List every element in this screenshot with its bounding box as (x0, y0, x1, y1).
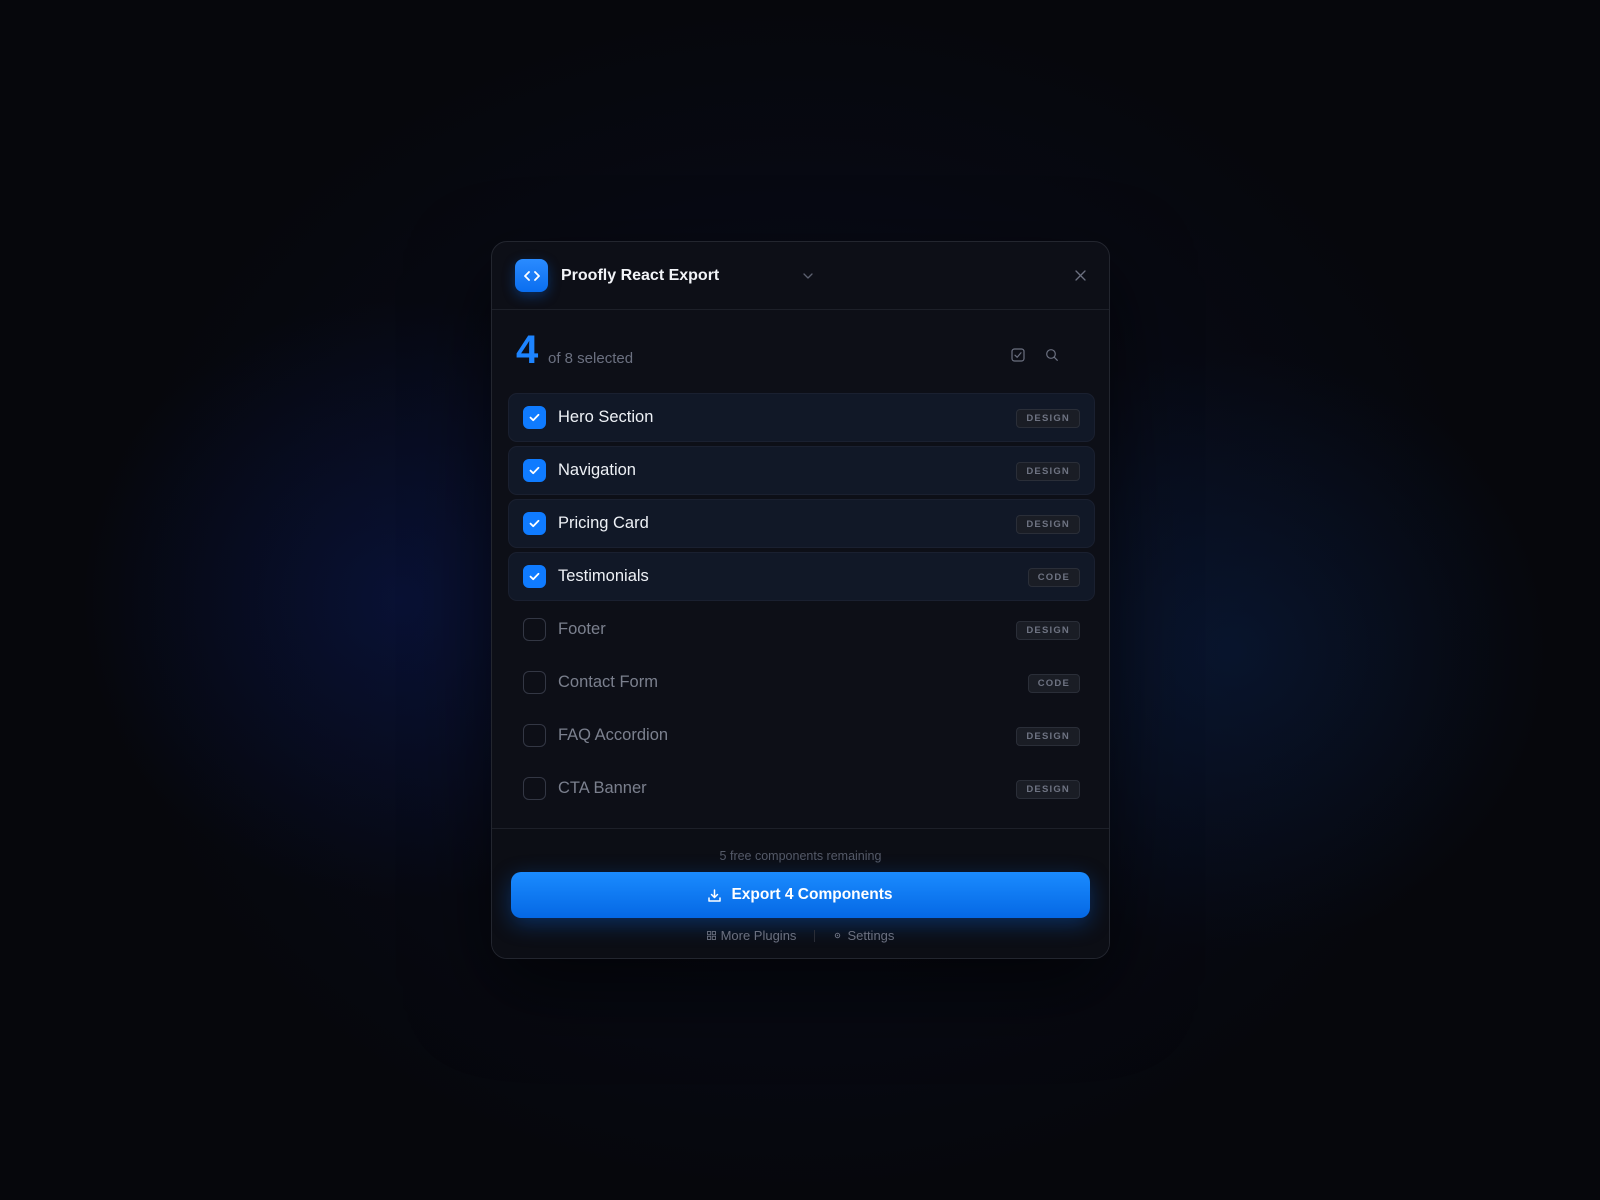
component-row[interactable]: Pricing Card DESIGN (508, 499, 1095, 548)
component-name: CTA Banner (558, 779, 647, 797)
select-all-icon[interactable] (1009, 346, 1027, 364)
component-type-badge: DESIGN (1016, 515, 1080, 534)
component-row[interactable]: CTA Banner DESIGN (508, 764, 1095, 813)
panel-header: Proofly React Export (492, 242, 1109, 310)
selected-count: 4 (516, 328, 539, 372)
gear-icon (833, 931, 842, 940)
check-icon (529, 413, 540, 422)
panel-footer: 5 free components remaining Export 4 Com… (492, 828, 1109, 958)
app-title: Proofly React Export (561, 267, 720, 284)
component-row[interactable]: Contact Form CODE (508, 658, 1095, 707)
component-type-badge: DESIGN (1016, 462, 1080, 481)
close-icon[interactable] (1071, 266, 1089, 284)
component-checkbox[interactable] (523, 618, 546, 641)
component-checkbox[interactable] (523, 512, 546, 535)
component-row[interactable]: Footer DESIGN (508, 605, 1095, 654)
chevron-down-icon[interactable] (801, 269, 815, 283)
component-checkbox[interactable] (523, 777, 546, 800)
grid-icon (706, 931, 716, 940)
component-type-badge: DESIGN (1016, 780, 1080, 799)
check-icon (529, 519, 540, 528)
more-plugins-label: More Plugins (720, 928, 797, 943)
code-brackets-icon (515, 259, 548, 292)
component-row[interactable]: FAQ Accordion DESIGN (508, 711, 1095, 760)
component-checkbox[interactable] (523, 671, 546, 694)
component-name: Contact Form (558, 673, 658, 691)
footer-links: More Plugins Settings (492, 928, 1109, 943)
component-checkbox[interactable] (523, 459, 546, 482)
component-name: Footer (558, 620, 606, 638)
component-row[interactable]: Hero Section DESIGN (508, 393, 1095, 442)
selected-of-text: of 8 selected (548, 350, 634, 367)
component-name: Testimonials (558, 567, 649, 585)
component-list: Hero Section DESIGN Navigation DESIGN Pricin… (508, 393, 1095, 817)
component-type-badge: DESIGN (1016, 621, 1080, 640)
export-button[interactable]: Export 4 Components (511, 872, 1090, 918)
component-checkbox[interactable] (523, 724, 546, 747)
remaining-text: 5 free components remaining (719, 849, 882, 863)
component-checkbox[interactable] (523, 565, 546, 588)
component-name: FAQ Accordion (558, 726, 669, 744)
download-icon (708, 888, 722, 902)
check-icon (529, 466, 540, 475)
settings-link[interactable]: Settings (833, 928, 894, 943)
footer-divider (814, 929, 816, 942)
component-checkbox[interactable] (523, 406, 546, 429)
component-type-badge: DESIGN (1016, 409, 1080, 428)
export-button-label: Export 4 Components (731, 886, 893, 903)
export-panel: Proofly React Export 4 of 8 selected Her… (491, 241, 1110, 959)
check-icon (529, 572, 540, 581)
component-name: Hero Section (558, 408, 654, 426)
component-name: Navigation (558, 461, 636, 479)
component-row[interactable]: Testimonials CODE (508, 552, 1095, 601)
settings-label: Settings (847, 928, 895, 943)
component-type-badge: CODE (1027, 674, 1080, 693)
search-icon[interactable] (1043, 346, 1061, 364)
component-type-badge: DESIGN (1016, 727, 1080, 746)
component-row[interactable]: Navigation DESIGN (508, 446, 1095, 495)
component-type-badge: CODE (1027, 568, 1080, 587)
more-plugins-link[interactable]: More Plugins (706, 928, 797, 943)
component-name: Pricing Card (558, 514, 649, 532)
